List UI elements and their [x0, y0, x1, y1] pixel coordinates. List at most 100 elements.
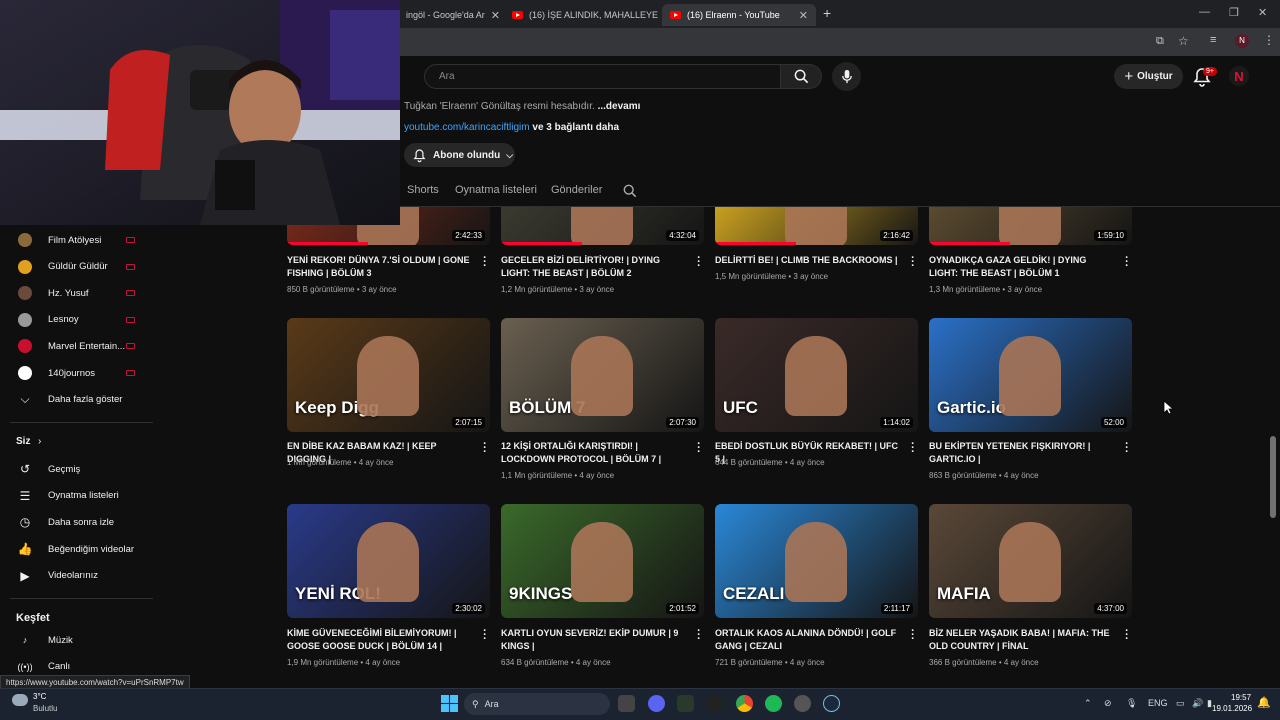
video-menu-icon[interactable]: · · ·	[1124, 439, 1130, 458]
video-thumbnail[interactable]: MAFIA 4:37:00	[929, 504, 1132, 618]
video-menu-icon[interactable]: · · ·	[910, 253, 916, 272]
video-menu-icon[interactable]: · · ·	[482, 439, 488, 458]
close-icon[interactable]: ✕	[793, 9, 808, 22]
browser-tab[interactable]: ingöl - Google'da Ar ✕	[398, 4, 502, 26]
search-button[interactable]	[781, 64, 822, 89]
video-thumbnail[interactable]: 1:59:10	[929, 207, 1132, 245]
video-title[interactable]: BU EKİPTEN YETENEK FIŞKIRIYOR! | GARTIC.…	[929, 440, 1114, 466]
video-menu-icon[interactable]: · · ·	[910, 626, 916, 645]
video-menu-icon[interactable]: · · ·	[482, 626, 488, 645]
channel-avatar	[18, 286, 32, 301]
video-title[interactable]: OYNADIKÇA GAZA GELDİK! | DYING LIGHT: TH…	[929, 254, 1114, 280]
sidebar-item[interactable]: ♪ Müzik	[0, 628, 150, 652]
clock-date[interactable]: 19.01.2026	[1212, 704, 1252, 713]
video-menu-icon[interactable]: · · ·	[1124, 626, 1130, 645]
video-title[interactable]: 12 KİŞİ ORTALIĞI KARIŞTIRDI! | LOCKDOWN …	[501, 440, 686, 466]
minimize-icon[interactable]: —	[1199, 6, 1210, 18]
sidebar-subscription[interactable]: Lesnoy	[0, 308, 150, 332]
chrome-icon[interactable]	[736, 695, 753, 712]
create-button[interactable]: + Oluştur	[1114, 64, 1183, 89]
tab-shorts[interactable]: Shorts	[407, 184, 439, 196]
sidebar-item[interactable]: ▶ Videolarınız	[0, 564, 150, 588]
more-links[interactable]: ve 3 bağlantı daha	[532, 122, 619, 133]
live-indicator-icon	[126, 263, 135, 270]
browser-tab[interactable]: (16) İŞE ALINDIK, MAHALLEYE A✕	[504, 4, 658, 26]
avatar[interactable]: N	[1229, 66, 1249, 86]
video-thumbnail[interactable]: 9KINGS 2:01:52	[501, 504, 704, 618]
video-title[interactable]: DELİRTTİ BE! | CLIMB THE BACKROOMS |	[715, 254, 900, 267]
spotify-icon[interactable]	[765, 695, 782, 712]
video-title[interactable]: KİME GÜVENECEĞİMİ BİLEMİYORUM! | GOOSE G…	[287, 627, 472, 653]
volume-icon[interactable]: 🔊	[1192, 698, 1203, 709]
weather-temp[interactable]: 3°C	[33, 692, 46, 701]
video-menu-icon[interactable]: · · ·	[696, 253, 702, 272]
sidebar-item[interactable]: ↺ Geçmiş	[0, 457, 150, 481]
video-menu-icon[interactable]: · · ·	[482, 253, 488, 272]
video-menu-icon[interactable]: · · ·	[1124, 253, 1130, 272]
tab-playlists[interactable]: Oynatma listeleri	[455, 184, 537, 196]
video-thumbnail[interactable]: Keep Digg 2:07:15	[287, 318, 490, 432]
video-menu-icon[interactable]: · · ·	[696, 439, 702, 458]
close-icon[interactable]: ✕	[485, 9, 500, 22]
video-title[interactable]: ORTALIK KAOS ALANINA DÖNDÜ! | GOLF GANG …	[715, 627, 900, 653]
video-title[interactable]: YENİ REKOR! DÜNYA 7.'Sİ OLDUM | GONE FIS…	[287, 254, 472, 280]
task-view-icon[interactable]	[618, 695, 635, 712]
video-title[interactable]: BİZ NELER YAŞADIK BABA! | MAFIA: THE OLD…	[929, 627, 1114, 653]
sidebar-item[interactable]: ◷ Daha sonra izle	[0, 510, 150, 534]
app-icon[interactable]	[677, 695, 694, 712]
close-window-icon[interactable]: ✕	[1258, 6, 1267, 19]
network-off-icon[interactable]: ⊘	[1104, 698, 1112, 709]
taskbar-search[interactable]: ⚲ Ara	[464, 693, 610, 715]
channel-search-icon[interactable]	[623, 184, 637, 198]
bookmark-star-icon[interactable]: ☆	[1178, 34, 1189, 48]
video-thumbnail[interactable]: Gartic.io 52:00	[929, 318, 1132, 432]
mic-icon[interactable]: 🎙	[1126, 698, 1137, 709]
voice-search-button[interactable]	[832, 62, 861, 91]
sidebar-subscription[interactable]: 140journos	[0, 361, 150, 385]
upload-age: 3 ay önce	[1007, 285, 1043, 294]
browser-tab-active[interactable]: (16) Elraenn - YouTube ✕	[662, 4, 816, 26]
sidebar-item[interactable]: ☰ Oynatma listeleri	[0, 484, 150, 508]
profile-icon[interactable]: N	[1235, 34, 1249, 48]
video-thumbnail[interactable]: BÖLÜM 7 2:07:30	[501, 318, 704, 432]
app-icon[interactable]	[706, 695, 723, 712]
video-menu-icon[interactable]: · · ·	[696, 626, 702, 645]
clock-time[interactable]: 19:57	[1231, 693, 1251, 702]
video-thumbnail[interactable]: UFC 1:14:02	[715, 318, 918, 432]
sidebar-subscription[interactable]: Marvel Entertain...	[0, 334, 150, 358]
install-icon[interactable]: ⧉	[1156, 35, 1164, 48]
tray-chevron-icon[interactable]: ⌃	[1084, 698, 1092, 709]
tab-posts[interactable]: Gönderiler	[551, 184, 602, 196]
sidebar-subscription[interactable]: Film Atölyesi	[0, 228, 150, 252]
new-tab-button[interactable]: +	[823, 5, 831, 21]
you-section-header[interactable]: Siz	[16, 436, 30, 447]
media-icon[interactable]: ≡	[1210, 34, 1216, 46]
video-thumbnail[interactable]: CEZALI 2:11:17	[715, 504, 918, 618]
video-thumbnail[interactable]: 2:16:42	[715, 207, 918, 245]
video-title[interactable]: GECELER BİZİ DELİRTİYOR! | DYING LIGHT: …	[501, 254, 686, 280]
more-link[interactable]: ...devamı	[598, 101, 641, 112]
language-indicator[interactable]: ENG	[1148, 698, 1168, 708]
subscribed-button[interactable]: Abone olundu ⌵	[404, 143, 515, 167]
menu-dots-icon[interactable]: ⋮	[1263, 33, 1275, 47]
search-input[interactable]: Ara	[424, 64, 781, 89]
sidebar-item[interactable]: 👍 Beğendiğim videolar	[0, 537, 150, 561]
video-title[interactable]: KARTLI OYUN SEVERİZ! EKİP DUMUR | 9 KING…	[501, 627, 686, 653]
notification-icon[interactable]: 🔔	[1257, 696, 1271, 709]
sidebar-subscription[interactable]: Güldür Güldür	[0, 255, 150, 279]
show-more-button[interactable]: ⌵ Daha fazla göster	[0, 387, 150, 411]
discord-icon[interactable]	[648, 695, 665, 712]
maximize-icon[interactable]: ❐	[1229, 6, 1239, 19]
display-icon[interactable]: ▭	[1176, 698, 1185, 709]
video-menu-icon[interactable]: · · ·	[910, 439, 916, 458]
channel-link[interactable]: youtube.com/karincaciftligim	[404, 122, 530, 133]
steam-icon[interactable]	[823, 695, 840, 712]
video-thumbnail[interactable]: YENİ ROL! 2:30:02	[287, 504, 490, 618]
watch-progress-bar	[929, 242, 1011, 245]
app-icon[interactable]	[794, 695, 811, 712]
video-thumbnail[interactable]: 4:32:04	[501, 207, 704, 245]
windows-start-icon[interactable]	[441, 695, 458, 712]
sidebar-subscription[interactable]: Hz. Yusuf	[0, 281, 150, 305]
scrollbar[interactable]	[1270, 436, 1276, 518]
channel-description[interactable]: Tuğkan 'Elraenn' Gönültaş resmi hesabıdı…	[404, 101, 640, 112]
